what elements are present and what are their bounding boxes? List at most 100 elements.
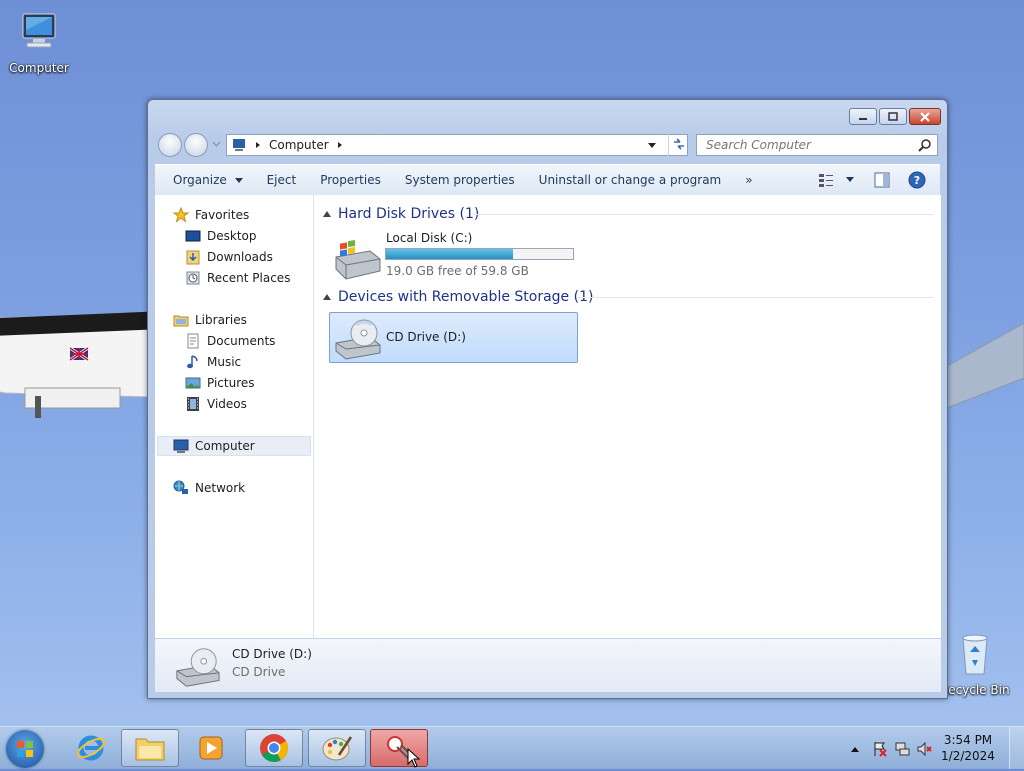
clock-date: 1/2/2024 [941,749,995,763]
content-area: Favorites Desktop Downloads Recent Place… [155,195,941,638]
refresh-button[interactable] [668,134,691,156]
search-input[interactable] [704,137,918,153]
desktop-recycle-bin-shortcut[interactable]: Recycle Bin [939,630,1011,697]
uninstall-program-button[interactable]: Uninstall or change a program [527,173,734,187]
network-status-icon[interactable] [894,741,910,757]
music-note-icon [187,355,198,369]
maximize-button[interactable] [879,108,907,125]
close-icon [920,111,930,122]
breadcrumb-chevron-icon[interactable] [253,140,263,150]
local-disk-c[interactable]: Local Disk (C:) 19.0 GB free of 59.8 GB [328,231,588,281]
windows-logo-icon [17,741,33,757]
nav-documents-label: Documents [207,334,276,348]
nav-music[interactable]: Music [185,352,241,372]
eject-button[interactable]: Eject [255,173,309,187]
taskbar-windows-explorer[interactable] [121,729,179,767]
taskbar-snipping-tool[interactable] [370,729,428,768]
recent-places-icon [186,271,200,285]
minimize-icon [859,117,867,120]
recycle-bin-icon [962,634,988,675]
taskbar-chrome[interactable] [245,729,303,767]
more-commands-button[interactable]: » [733,173,764,187]
nav-libraries-label: Libraries [195,313,247,327]
address-bar[interactable]: Computer [226,134,688,156]
nav-favorites[interactable]: Favorites [173,205,249,225]
computer-small-icon [233,139,245,151]
nav-videos[interactable]: Videos [185,394,247,414]
help-icon[interactable]: ? [908,171,926,189]
close-button[interactable] [909,108,941,125]
cd-drive-d[interactable]: CD Drive (D:) [329,312,578,363]
group-hdd-label: Hard Disk Drives (1) [338,206,480,222]
nav-videos-label: Videos [207,397,247,411]
taskbar-paint[interactable] [308,729,366,767]
nav-computer[interactable]: Computer [173,436,255,456]
organize-label: Organize [173,173,227,187]
search-box[interactable] [696,134,938,156]
computer-icon [22,13,56,48]
search-icon[interactable] [918,139,932,153]
volume-muted-icon[interactable] [916,741,932,757]
nav-documents[interactable]: Documents [185,331,275,351]
paint-palette-icon [322,736,353,761]
view-icon [819,174,833,187]
minimize-button[interactable] [849,108,877,125]
file-list: Hard Disk Drives (1) Local Disk (C:) 19.… [314,195,941,638]
desktop-computer-label: Computer [9,61,69,75]
desktop-icon [185,230,201,242]
libraries-icon [173,315,189,327]
system-properties-button[interactable]: System properties [393,173,527,187]
taskbar-media-player[interactable] [182,729,240,767]
command-bar: Organize Eject Properties System propert… [155,164,940,195]
chrome-icon [260,734,288,762]
nav-libraries[interactable]: Libraries [173,310,247,330]
clock[interactable]: 3:54 PM 1/2/2024 [938,732,998,764]
view-options-button[interactable] [818,172,854,188]
nav-desktop[interactable]: Desktop [185,226,257,246]
nav-network[interactable]: Network [173,478,245,498]
cd-drive-large-icon [176,648,220,687]
action-center-flag-icon[interactable] [872,741,888,757]
show-hidden-icons-chevron-icon[interactable] [850,745,860,753]
disk-usage-bar [385,248,574,260]
address-dropdown-icon[interactable] [647,142,657,150]
details-pane: CD Drive (D:) CD Drive [155,638,941,692]
disk-usage-fill [386,249,514,259]
start-button[interactable] [6,730,44,768]
back-button[interactable] [158,133,182,157]
restore-icon [888,111,898,121]
address-row: Computer [156,132,939,158]
show-desktop-button[interactable] [1009,727,1024,769]
taskbar-internet-explorer[interactable] [62,729,120,767]
navigation-pane: Favorites Desktop Downloads Recent Place… [155,195,314,638]
breadcrumb-chevron-icon[interactable] [335,140,345,150]
breadcrumb-computer[interactable]: Computer [269,138,329,152]
forward-button[interactable] [184,133,208,157]
desktop-computer-shortcut[interactable]: Computer [3,8,75,75]
hard-drive-windows-icon [335,239,381,280]
recycle-bin-label: Recycle Bin [940,683,1010,697]
nav-downloads[interactable]: Downloads [185,247,273,267]
preview-pane-icon[interactable] [874,172,890,188]
chevron-down-icon [234,178,243,183]
cd-drive-name: CD Drive (D:) [386,330,466,344]
chevron-down-icon [846,177,854,182]
group-header-hard-disk-drives[interactable]: Hard Disk Drives (1) [322,204,479,224]
internet-explorer-icon [76,735,106,761]
star-icon [173,207,189,223]
nav-recent-places[interactable]: Recent Places [185,268,290,288]
folder-icon [135,738,165,761]
group-header-removable-storage[interactable]: Devices with Removable Storage (1) [322,287,593,307]
properties-button[interactable]: Properties [308,173,393,187]
group-divider [474,214,933,215]
documents-icon [187,333,199,349]
nav-pictures[interactable]: Pictures [185,373,255,393]
nav-network-label: Network [195,481,246,495]
videos-film-icon [187,397,199,411]
recent-pages-chevron-icon[interactable] [212,141,221,147]
organize-menu[interactable]: Organize [155,173,255,187]
nav-pictures-label: Pictures [207,376,255,390]
local-disk-name: Local Disk (C:) [386,231,473,245]
details-item-name: CD Drive (D:) [232,647,312,661]
system-tray: 3:54 PM 1/2/2024 [824,727,1024,769]
